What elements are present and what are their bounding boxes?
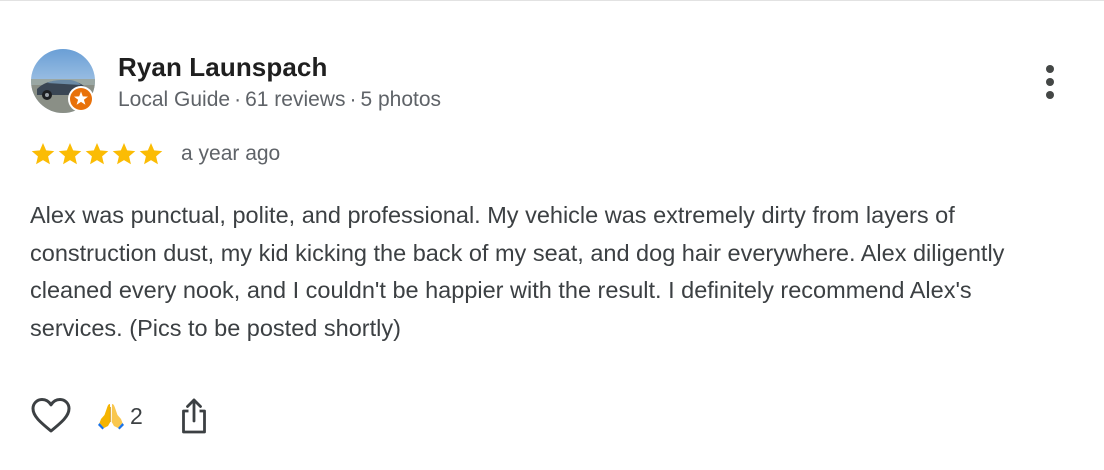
meta-separator: · xyxy=(349,88,357,111)
meta-separator: · xyxy=(234,88,242,111)
review-card: Ryan Launspach Local Guide · 61 reviews · 5 … xyxy=(0,0,1104,470)
more-options-button[interactable] xyxy=(1032,63,1068,103)
star-icon xyxy=(31,142,55,165)
share-icon xyxy=(181,398,206,434)
guide-label: Local Guide xyxy=(118,88,231,111)
rating-row: a year ago xyxy=(30,141,280,167)
more-vert-icon xyxy=(1046,65,1054,99)
photo-count: 5 photos xyxy=(360,88,442,111)
local-guide-badge-icon xyxy=(67,85,95,113)
author-meta: Local Guide · 61 reviews · 5 photos xyxy=(118,88,441,112)
star-rating xyxy=(30,141,164,167)
review-count: 61 reviews xyxy=(245,88,346,111)
share-button[interactable] xyxy=(179,396,209,436)
author-name[interactable]: Ryan Launspach xyxy=(118,52,327,83)
folded-hands-icon xyxy=(98,404,124,430)
like-button[interactable] xyxy=(30,396,72,436)
review-text: Alex was punctual, polite, and professio… xyxy=(30,202,1005,341)
heart-outline-icon xyxy=(31,398,71,433)
star-icon xyxy=(139,142,163,165)
review-actions: 2 xyxy=(30,394,209,438)
star-icon xyxy=(85,142,109,165)
star-icon xyxy=(58,142,82,165)
avatar[interactable] xyxy=(31,49,95,113)
review-date: a year ago xyxy=(181,142,281,165)
pray-reaction-button[interactable]: 2 xyxy=(96,401,143,431)
reaction-count: 2 xyxy=(130,402,143,429)
star-icon xyxy=(112,142,136,165)
